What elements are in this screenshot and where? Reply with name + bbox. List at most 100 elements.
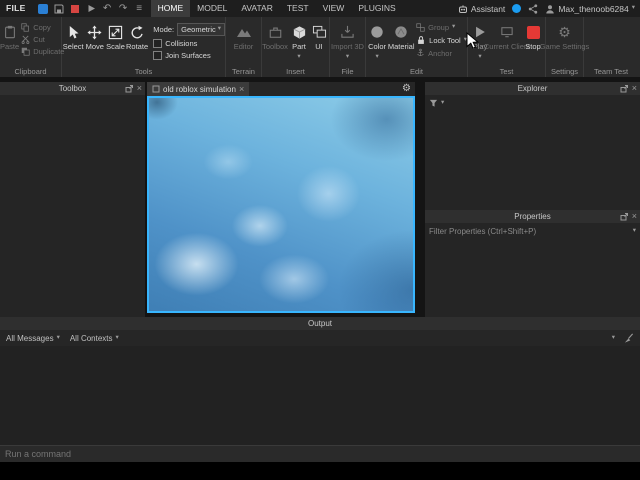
properties-panel: Properties × Filter Properties (Ctrl+Shi… — [425, 210, 640, 317]
viewport-canvas[interactable] — [147, 96, 415, 313]
close-panel-icon[interactable]: × — [632, 212, 637, 221]
select-tool-button[interactable]: Select — [62, 17, 84, 52]
title-bar: FILE ↶ ↷ ≡ HOME MODEL AVATAR TEST VIEW P… — [0, 0, 640, 17]
bottom-black-strip — [0, 462, 640, 480]
rotate-tool-button[interactable]: Rotate — [126, 17, 148, 52]
clipboard-section-label: Clipboard — [14, 67, 47, 76]
anchor-button[interactable]: Anchor — [416, 48, 467, 58]
select-cursor-icon — [67, 23, 80, 41]
float-panel-icon[interactable] — [125, 84, 133, 93]
tab-plugins[interactable]: PLUGINS — [351, 0, 402, 17]
color-button[interactable]: Color ▾ — [366, 17, 388, 60]
duplicate-button[interactable]: Duplicate — [21, 47, 64, 56]
save-icon[interactable] — [54, 3, 65, 14]
close-tab-icon[interactable]: × — [239, 84, 244, 94]
toolbox-button[interactable]: Toolbox — [262, 17, 288, 52]
tab-model[interactable]: MODEL — [190, 0, 234, 17]
app-logo-icon[interactable] — [38, 3, 49, 14]
lock-icon — [418, 36, 425, 44]
game-settings-gear-icon: ⚙ — [558, 24, 571, 40]
scale-label: Scale — [106, 42, 125, 51]
viewport-settings-gear-icon[interactable]: ⚙ — [402, 84, 411, 94]
account-menu[interactable]: Max_thenoob6284 ▾ — [545, 4, 635, 14]
output-panel-header: Output — [0, 317, 640, 330]
all-contexts-label: All Contexts — [69, 333, 113, 343]
ui-button[interactable]: UI — [310, 17, 328, 52]
output-options-caret-icon[interactable]: ▾ — [612, 334, 615, 342]
customize-toolbar-icon[interactable]: ≡ — [134, 3, 145, 14]
lock-tool-button[interactable]: Lock Tool ▾ — [416, 35, 467, 45]
undo-icon[interactable]: ↶ — [102, 3, 113, 14]
anchor-icon — [417, 48, 424, 56]
cut-button[interactable]: Cut — [21, 35, 64, 44]
import-3d-button[interactable]: Import 3D ▾ — [331, 17, 365, 60]
ui-label: UI — [315, 42, 323, 51]
rotate-icon — [130, 23, 145, 41]
group-button[interactable]: Group ▾ — [416, 23, 467, 32]
group-icon — [416, 23, 425, 32]
assistant-button[interactable]: Assistant — [458, 3, 506, 14]
tab-home[interactable]: HOME — [150, 0, 191, 17]
move-tool-button[interactable]: Move — [84, 17, 105, 52]
group-label: Group — [428, 23, 450, 32]
output-panel: Output All Messages ▾ All Contexts ▾ ▾ — [0, 317, 640, 445]
material-button[interactable]: Material — [388, 17, 415, 52]
insert-section-label: Insert — [286, 67, 305, 76]
collisions-checkbox[interactable]: Collisions — [153, 39, 225, 48]
notification-icon[interactable] — [512, 4, 522, 13]
properties-panel-header: Properties × — [425, 210, 640, 223]
color-circle-icon — [370, 23, 384, 41]
game-settings-button[interactable]: ⚙ Game Settings — [540, 17, 590, 52]
ribbon: Paste Copy Cut Duplicate Clipboard Selec… — [0, 17, 640, 77]
join-surfaces-checkbox[interactable]: Join Surfaces — [153, 51, 225, 60]
output-log-area[interactable] — [0, 346, 640, 442]
assistant-label: Assistant — [470, 3, 506, 14]
redo-icon[interactable]: ↷ — [118, 3, 129, 14]
float-panel-icon[interactable] — [620, 84, 628, 93]
copy-button[interactable]: Copy — [21, 23, 64, 32]
ribbon-section-tools: Select Move Scale Rotate Mode: Geometric… — [62, 17, 226, 77]
all-contexts-dropdown[interactable]: All Contexts ▾ — [70, 334, 119, 343]
toolbox-panel-title: Toolbox — [58, 84, 87, 93]
paste-button[interactable]: Paste — [0, 17, 19, 52]
mode-dropdown[interactable]: Mode: Geometric ▾ — [153, 23, 225, 36]
ribbon-section-terrain: Editor Terrain — [226, 17, 262, 77]
close-panel-icon[interactable]: × — [632, 84, 637, 93]
select-label: Select — [62, 42, 84, 51]
play-icon[interactable] — [86, 3, 97, 14]
toolbox-label: Toolbox — [262, 42, 288, 51]
part-button[interactable]: Part ▾ — [288, 17, 310, 60]
mode-caret-icon: ▾ — [217, 25, 221, 33]
all-messages-dropdown[interactable]: All Messages ▾ — [6, 334, 60, 343]
import-3d-label: Import 3D — [331, 42, 364, 51]
explorer-filter[interactable]: ▾ — [425, 95, 640, 112]
tab-avatar[interactable]: AVATAR — [234, 0, 280, 17]
tab-view[interactable]: VIEW — [316, 0, 352, 17]
document-tab-bar: old roblox simulation × ⚙ — [147, 82, 415, 96]
lock-tool-label: Lock Tool — [429, 35, 461, 45]
tab-test[interactable]: TEST — [280, 0, 316, 17]
command-input[interactable] — [0, 449, 640, 459]
record-stop-icon[interactable] — [70, 3, 81, 14]
group-caret-icon: ▾ — [452, 23, 456, 31]
play-button[interactable]: Play ▾ — [468, 17, 492, 60]
properties-filter-input[interactable]: Filter Properties (Ctrl+Shift+P) ▾ — [425, 223, 640, 240]
file-menu[interactable]: FILE — [0, 0, 32, 17]
close-panel-icon[interactable]: × — [137, 84, 142, 93]
stop-label: Stop — [525, 42, 541, 51]
color-caret-icon: ▾ — [375, 52, 379, 60]
stop-square-icon — [526, 25, 540, 39]
viewport-tab[interactable]: old roblox simulation × — [147, 82, 250, 96]
part-cube-icon — [292, 23, 307, 41]
toolbox-icon — [268, 23, 283, 41]
terrain-section-label: Terrain — [232, 67, 255, 76]
properties-filter-caret-icon: ▾ — [632, 227, 636, 235]
clear-output-icon[interactable] — [623, 333, 634, 344]
terrain-editor-button[interactable]: Editor — [229, 17, 259, 52]
command-bar — [0, 445, 640, 462]
share-icon[interactable] — [528, 3, 538, 14]
scale-tool-button[interactable]: Scale — [105, 17, 126, 52]
float-panel-icon[interactable] — [620, 212, 628, 221]
current-client-button[interactable]: Current Client — [484, 17, 530, 52]
test-section-label: Test — [499, 67, 514, 76]
